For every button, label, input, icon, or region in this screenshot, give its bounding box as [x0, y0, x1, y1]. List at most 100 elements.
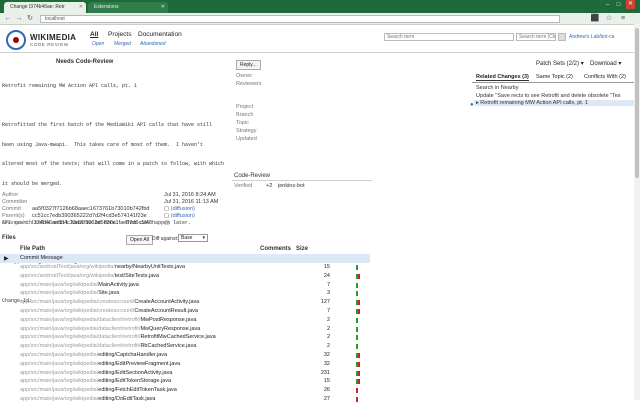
file-path-link[interactable]: app/src/main/java/org/wikipedia/editing/… [20, 378, 171, 384]
close-icon[interactable]: ✕ [79, 4, 83, 10]
file-path-link[interactable]: app/src/main/java/org/wikipedia/dataclie… [20, 326, 200, 332]
file-path-link[interactable]: app/src/main/java/org/wikipedia/editing/… [20, 352, 167, 358]
parent-link[interactable]: ▢ (diffusion) [164, 213, 218, 220]
browser-tab-change[interactable]: Change I374b46ae: Retr ✕ [4, 2, 86, 13]
files-label: Files [2, 235, 16, 241]
table-row-commit-message[interactable]: ▶ Commit Message [0, 254, 370, 263]
logo-subtitle: CODE REVIEW [30, 42, 69, 47]
user-name[interactable]: Andrew's Lab/bot-ca [569, 34, 614, 40]
close-icon[interactable]: ✕ [161, 4, 165, 10]
extension-icon[interactable]: ⬛ [590, 14, 600, 24]
subnav-merged[interactable]: Merged [114, 41, 131, 47]
file-dir: app/src/main/java/org/wikipedia/ [20, 352, 99, 358]
commit-metadata-labels: Author Committer Commit Parent(s) Change… [2, 192, 28, 227]
table-row[interactable]: app/src/main/java/org/wikipedia/Site.jav… [0, 289, 370, 298]
copy-icon[interactable]: ▢ [164, 220, 169, 226]
table-row[interactable]: app/src/main/java/org/wikipedia/editing/… [0, 369, 370, 378]
topic-label: Topic [236, 120, 249, 126]
nav-documentation[interactable]: Documentation [138, 31, 182, 38]
related-item[interactable]: Search in Nearby [476, 85, 519, 91]
table-row[interactable]: app/src/main/java/org/wikipedia/dataclie… [0, 333, 370, 342]
nav-projects[interactable]: Projects [108, 31, 131, 38]
maximize-icon[interactable]: □ [614, 1, 623, 10]
file-path-link[interactable]: app/src/main/java/org/wikipedia/dataclie… [20, 317, 196, 323]
file-name: editing/CaptchaHandler.java [98, 352, 168, 358]
file-path-link[interactable]: app/src/main/java/org/wikipedia/dataclie… [20, 334, 216, 340]
author-label: Author [2, 192, 19, 198]
forward-icon[interactable]: → [14, 14, 24, 24]
subnav-abandoned[interactable]: Abandoned [140, 41, 166, 47]
related-divider [472, 82, 640, 83]
commit-link[interactable]: ▢ (diffusion) [164, 206, 218, 213]
minimize-icon[interactable]: – [603, 1, 612, 10]
table-row[interactable]: app/src/main/java/org/wikipedia/createac… [0, 298, 370, 307]
star-icon[interactable]: ☆ [604, 14, 614, 24]
search-input[interactable] [384, 33, 514, 41]
table-row[interactable]: app/src/androidTest/java/org/wikipedia/n… [0, 263, 370, 272]
download-dropdown[interactable]: Download ▾ [590, 60, 621, 67]
file-path-link[interactable]: app/src/main/java/org/wikipedia/editing/… [20, 361, 180, 367]
commit-message-link[interactable]: Commit Message [20, 255, 63, 261]
file-path-link[interactable]: app/src/main/java/org/wikipedia/dataclie… [20, 343, 196, 349]
file-path-link[interactable]: app/src/androidTest/java/org/wikipedia/t… [20, 273, 159, 279]
reply-button[interactable]: Reply... [236, 60, 261, 70]
table-row[interactable]: app/src/main/java/org/wikipedia/editing/… [0, 395, 370, 404]
committer-date: Jul 31, 2016 11:13 AM [164, 199, 219, 205]
file-path-link[interactable]: app/src/main/java/org/wikipedia/editing/… [20, 396, 155, 402]
file-dir: app/src/main/java/org/wikipedia/ [20, 290, 99, 297]
vertical-scrollbar[interactable] [634, 24, 640, 400]
file-path-link[interactable]: app/src/main/java/org/wikipedia/Site.jav… [20, 290, 119, 296]
browser-tab-extensions[interactable]: Extensions ✕ [88, 2, 168, 13]
related-item[interactable]: Update "Save rects to see Retrofit and d… [476, 93, 640, 99]
tab-related-changes[interactable]: Related Changes (3) [476, 74, 529, 81]
header-divider [0, 52, 640, 53]
table-row[interactable]: app/src/main/java/org/wikipedia/createac… [0, 307, 370, 316]
window-close-icon[interactable]: ✕ [626, 0, 635, 9]
lines-added-bar [356, 317, 358, 323]
file-path-link[interactable]: app/src/main/java/org/wikipedia/createac… [20, 308, 198, 314]
size-bar [356, 309, 360, 314]
patch-sets-dropdown[interactable]: Patch Sets (2/2) ▾ [536, 60, 584, 67]
diff-base-select[interactable]: Base ▾ [178, 234, 208, 242]
table-row[interactable]: app/src/main/java/org/wikipedia/dataclie… [0, 316, 370, 325]
file-name: editing/EditTokenStorage.java [98, 378, 172, 385]
table-row[interactable]: app/src/main/java/org/wikipedia/dataclie… [0, 325, 370, 334]
file-size: 2 [326, 334, 330, 341]
file-path-link[interactable]: app/src/main/java/org/wikipedia/editing/… [20, 387, 177, 393]
table-row[interactable]: app/src/androidTest/java/org/wikipedia/t… [0, 272, 370, 281]
tab-same-topic[interactable]: Same Topic (2) [536, 74, 573, 80]
subnav-open[interactable]: Open [92, 41, 104, 47]
file-size: 2 [326, 316, 330, 323]
address-bar[interactable]: localhost [40, 15, 560, 23]
size-bar [356, 370, 360, 376]
copy-icon[interactable]: ▢ [164, 206, 169, 212]
reload-icon[interactable]: ↻ [25, 14, 35, 24]
commit-metadata-dates: Jul 31, 2016 8:24 AM Jul 31, 2016 11:13 … [164, 192, 218, 227]
table-row[interactable]: app/src/main/java/org/wikipedia/editing/… [0, 360, 370, 369]
tab-conflicts-with[interactable]: Conflicts With (2) [584, 74, 626, 80]
size-bar [356, 317, 360, 323]
table-row[interactable]: app/src/main/java/org/wikipedia/editing/… [0, 386, 370, 395]
table-row[interactable]: app/src/main/java/org/wikipedia/editing/… [0, 377, 370, 386]
back-icon[interactable]: ← [3, 14, 13, 24]
table-row[interactable]: app/src/main/java/org/wikipedia/dataclie… [0, 342, 370, 351]
file-path-link[interactable]: app/src/main/java/org/wikipedia/editing/… [20, 370, 172, 376]
menu-icon[interactable]: ≡ [618, 14, 628, 24]
nav-all[interactable]: All [90, 31, 98, 38]
size-bar [356, 353, 360, 358]
table-row[interactable]: app/src/main/java/org/wikipedia/MainActi… [0, 281, 370, 290]
related-item-current[interactable]: ▸ Retrofit remaining MW Action API calls… [474, 100, 640, 106]
search-input-secondary[interactable] [516, 33, 556, 41]
file-path-link[interactable]: app/src/main/java/org/wikipedia/MainActi… [20, 282, 139, 288]
table-row[interactable]: app/src/main/java/org/wikipedia/editing/… [0, 351, 370, 360]
copy-icon[interactable]: ▢ [164, 213, 169, 219]
wikimedia-logo-icon[interactable] [6, 30, 26, 50]
file-path-link[interactable]: app/src/androidTest/java/org/wikipedia/n… [20, 264, 185, 270]
avatar[interactable] [558, 33, 566, 41]
open-all-button[interactable]: Open All [126, 235, 153, 245]
change-id-copy[interactable]: ▢ [164, 220, 218, 227]
verified-by[interactable]: jenkins-bot [278, 183, 305, 189]
scrollbar-thumb[interactable] [635, 28, 639, 178]
file-path-link[interactable]: app/src/main/java/org/wikipedia/createac… [20, 299, 199, 305]
lines-removed-bar [358, 353, 360, 358]
